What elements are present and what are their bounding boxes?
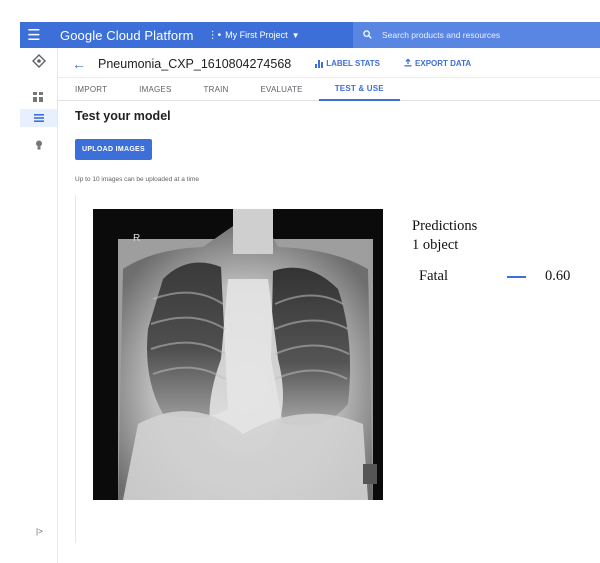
bar-chart-icon <box>315 59 324 68</box>
left-nav-rail <box>20 48 58 563</box>
prediction-label: Fatal <box>419 268 448 284</box>
export-data-label: EXPORT DATA <box>415 59 472 68</box>
project-name: My First Project <box>225 30 288 40</box>
project-selector[interactable]: ⋮• My First Project ▼ <box>208 30 300 41</box>
upload-hint: Up to 10 images can be uploaded at a tim… <box>75 176 199 183</box>
dataset-header: ← Pneumonia_CXP_1610804274568 LABEL STAT… <box>58 50 600 78</box>
tab-test-and-use[interactable]: TEST & USE <box>318 79 400 101</box>
tab-train[interactable]: TRAIN <box>188 79 245 101</box>
prediction-score-fill <box>507 276 527 278</box>
export-icon <box>404 57 412 69</box>
tab-import[interactable]: IMPORT <box>58 79 123 101</box>
svg-text:R: R <box>133 233 140 244</box>
tab-evaluate[interactable]: EVALUATE <box>245 79 319 101</box>
search-input[interactable]: Search products and resources <box>353 22 600 48</box>
label-stats-label: LABEL STATS <box>326 59 381 68</box>
menu-icon[interactable]: ☰ <box>20 26 48 44</box>
upload-images-button[interactable]: UPLOAD IMAGES <box>75 139 152 160</box>
dashboard-icon[interactable] <box>20 88 57 106</box>
predictions-count: 1 object <box>412 237 459 253</box>
prediction-score: 0.60 <box>545 268 571 284</box>
predictions-title: Predictions <box>412 218 478 234</box>
chest-xray-image: R <box>93 209 383 500</box>
top-app-bar: ☰ Google Cloud Platform ⋮• My First Proj… <box>20 22 600 48</box>
tab-bar: IMPORT IMAGES TRAIN EVALUATE TEST & USE <box>58 79 600 101</box>
brand-title[interactable]: Google Cloud Platform <box>60 28 194 43</box>
list-icon[interactable] <box>20 109 57 127</box>
export-data-button[interactable]: EXPORT DATA <box>404 57 472 69</box>
dataset-name: Pneumonia_CXP_1610804274568 <box>98 56 292 71</box>
lightbulb-icon[interactable] <box>20 136 57 154</box>
tab-images[interactable]: IMAGES <box>123 79 187 101</box>
caret-down-icon: ▼ <box>291 30 300 40</box>
project-dots-icon: ⋮• <box>207 29 222 41</box>
search-placeholder: Search products and resources <box>382 30 501 40</box>
prediction-score-bar <box>507 276 539 278</box>
automl-logo-icon[interactable] <box>20 52 57 70</box>
expand-rail-icon[interactable]: |> <box>36 527 43 536</box>
page-title: Test your model <box>75 109 171 123</box>
label-stats-button[interactable]: LABEL STATS <box>315 59 380 68</box>
back-arrow-icon[interactable]: ← <box>72 56 86 72</box>
search-icon <box>363 29 372 41</box>
